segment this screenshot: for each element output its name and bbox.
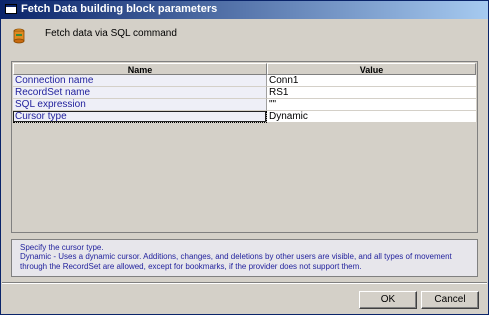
row-value-cursor-type[interactable]: Dynamic [267,111,476,123]
column-header-name[interactable]: Name [13,63,267,75]
row-name-cursor-type[interactable]: Cursor type [13,111,267,123]
description-panel: Specify the cursor type. Dynamic - Uses … [11,239,478,277]
table-row[interactable]: Connection name Conn1 [13,75,476,87]
window-title: Fetch Data building block parameters [21,3,218,15]
database-icon [13,28,25,44]
dialog-window: Fetch Data building block parameters Fet… [0,0,489,315]
description-body: Dynamic - Uses a dynamic cursor. Additio… [20,252,452,271]
grid-header: Name Value [13,63,476,75]
column-header-value[interactable]: Value [267,63,476,75]
row-value-sql-expression[interactable]: "" [267,99,476,111]
separator [2,282,487,284]
title-bar[interactable]: Fetch Data building block parameters [1,1,488,19]
window-icon [5,4,17,14]
table-row[interactable]: SQL expression "" [13,99,476,111]
row-name-sql-expression[interactable]: SQL expression [13,99,267,111]
description-title: Specify the cursor type. [20,243,104,252]
row-value-recordset[interactable]: RS1 [267,87,476,99]
header-label: Fetch data via SQL command [45,28,177,39]
table-row[interactable]: RecordSet name RS1 [13,87,476,99]
row-name-recordset[interactable]: RecordSet name [13,87,267,99]
parameters-grid: Name Value Connection name Conn1 RecordS… [11,61,478,233]
row-value-connection[interactable]: Conn1 [267,75,476,87]
row-name-connection[interactable]: Connection name [13,75,267,87]
cancel-button[interactable]: Cancel [421,291,479,309]
ok-button[interactable]: OK [359,291,417,309]
table-row-selected[interactable]: Cursor type Dynamic [13,111,476,123]
